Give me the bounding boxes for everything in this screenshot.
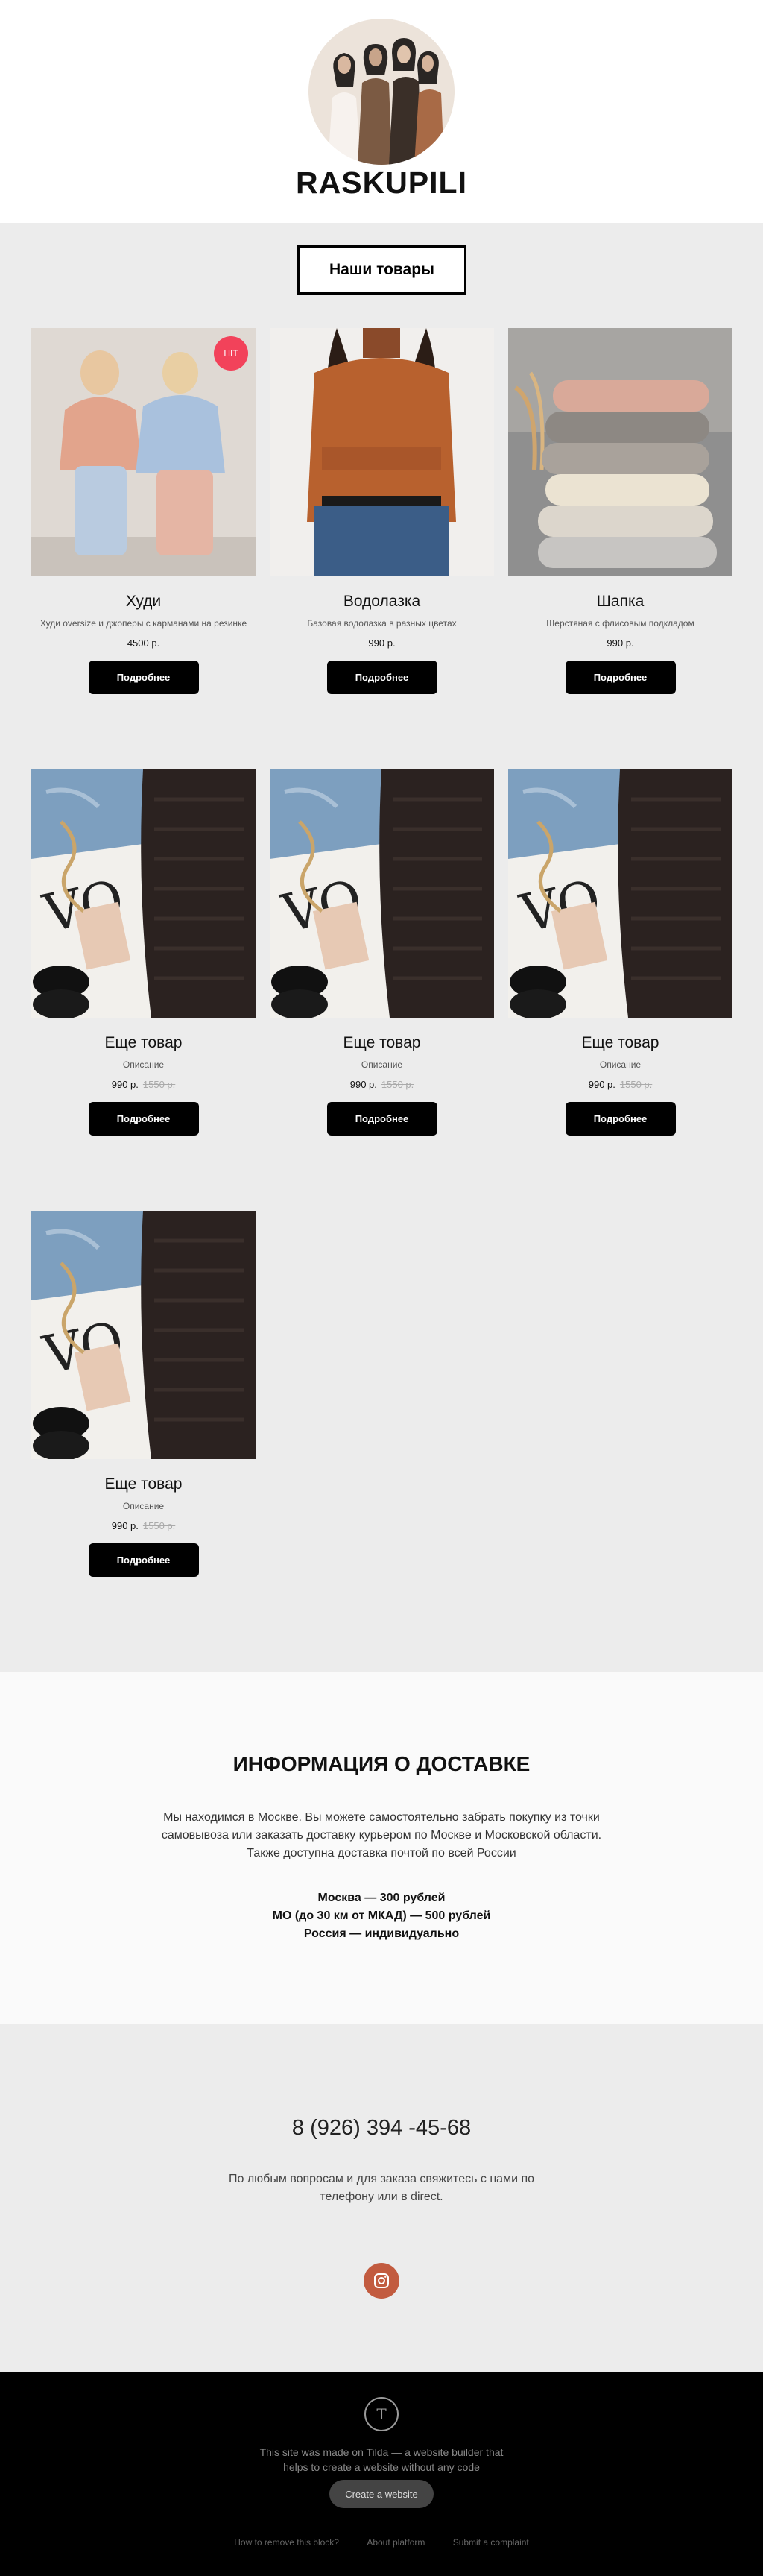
logo-illustration xyxy=(328,38,444,165)
made-on-tilda-text: This site was made on Tilda — a website … xyxy=(232,2445,531,2475)
details-button[interactable]: Подробнее xyxy=(326,661,437,694)
price-current: 990 р. xyxy=(368,637,396,649)
contacts-note-line: По любым вопросам и для заказа свяжитесь… xyxy=(228,2173,535,2185)
product-title[interactable]: Еще товар xyxy=(270,1034,494,1052)
product-image-more[interactable]: VO xyxy=(270,769,494,1018)
made-line: This site was made on Tilda — a website … xyxy=(259,2446,504,2458)
product-description: Худи oversize и джоперы с карманами на р… xyxy=(39,618,247,629)
delivery-title: ИНФОРМАЦИЯ О ДОСТАВКЕ xyxy=(232,1752,531,1775)
product-title[interactable]: Худи xyxy=(31,593,256,611)
product-price: 990 р. xyxy=(508,637,732,649)
details-button[interactable]: Подробнее xyxy=(88,661,199,694)
product-price: 990 р. 1550 р. xyxy=(508,1079,732,1090)
product-image-more[interactable]: VO xyxy=(31,1211,256,1459)
submit-complaint-link[interactable]: Submit a complaint xyxy=(453,2537,529,2548)
details-button[interactable]: Подробнее xyxy=(565,1102,676,1136)
about-platform-link[interactable]: About platform xyxy=(367,2537,425,2548)
product-card[interactable]: VO Еще товар Описание 990 р. 1550 р. Подр… xyxy=(31,1211,256,1577)
rate-region: МО (до 30 км от МКАД) — 500 рублей xyxy=(272,1909,491,1922)
remove-block-link[interactable]: How to remove this block? xyxy=(234,2537,339,2548)
price-current: 990 р. xyxy=(588,1079,615,1090)
price-current: 990 р. xyxy=(349,1079,377,1090)
price-old: 1550 р. xyxy=(619,1079,653,1090)
contacts-note-line: телефону или в direct. xyxy=(320,2191,443,2203)
product-image-hoodie[interactable]: HIT xyxy=(31,328,256,576)
product-title[interactable]: Еще товар xyxy=(508,1034,732,1052)
product-description: Описание xyxy=(122,1501,165,1511)
products-section: Наши товары HIT Худи Худи oversize и джо… xyxy=(0,223,763,1672)
price-old: 1550 р. xyxy=(142,1079,176,1090)
product-description: Описание xyxy=(599,1059,642,1070)
contacts-note: По любым вопросам и для заказа свяжитесь… xyxy=(218,2170,545,2206)
tilda-footer: T This site was made on Tilda — a websit… xyxy=(0,2372,763,2576)
product-title[interactable]: Еще товар xyxy=(31,1034,256,1052)
product-description: Шерстяная с флисовым подкладом xyxy=(546,618,694,629)
product-title[interactable]: Еще товар xyxy=(31,1476,256,1493)
tilda-logo-icon[interactable]: T xyxy=(364,2397,399,2431)
details-button[interactable]: Подробнее xyxy=(88,1543,199,1577)
price-current: 990 р. xyxy=(607,637,634,649)
details-button[interactable]: Подробнее xyxy=(565,661,676,694)
contacts-section: 8 (926) 394 -45-68 По любым вопросам и д… xyxy=(0,2024,763,2372)
product-title[interactable]: Шапка xyxy=(508,593,732,611)
site-header: RASKUPILI xyxy=(0,0,763,223)
product-image-beanie[interactable] xyxy=(508,328,732,576)
rate-moscow: Москва — 300 рублей xyxy=(317,1892,446,1904)
product-title[interactable]: Водолазка xyxy=(270,593,494,611)
product-price: 990 р. 1550 р. xyxy=(31,1079,256,1090)
product-price: 990 р. xyxy=(270,637,494,649)
price-current: 4500 р. xyxy=(127,637,160,649)
price-current: 990 р. xyxy=(111,1079,139,1090)
price-old: 1550 р. xyxy=(142,1520,176,1531)
product-image-more[interactable]: VO xyxy=(508,769,732,1018)
delivery-text-line: Мы находимся в Москве. Вы можете самосто… xyxy=(163,1811,600,1824)
product-description: Описание xyxy=(122,1059,165,1070)
product-card[interactable]: VO Еще товар Описание 990 р. 1550 р. Подр… xyxy=(31,769,256,1136)
product-description: Базовая водолазка в разных цветах xyxy=(307,618,457,629)
product-card[interactable]: VO Еще товар Описание 990 р. 1550 р. Подр… xyxy=(270,769,494,1136)
create-website-button[interactable]: Create a website xyxy=(329,2480,434,2508)
product-card[interactable]: Шапка Шерстяная с флисовым подкладом 990… xyxy=(508,328,732,694)
product-price: 990 р. 1550 р. xyxy=(31,1520,256,1531)
product-card[interactable]: HIT Худи Худи oversize и джоперы с карма… xyxy=(31,328,256,694)
delivery-text: Мы находимся в Москве. Вы можете самосто… xyxy=(149,1809,614,1862)
product-card[interactable]: VO Еще товар Описание 990 р. 1550 р. Подр… xyxy=(508,769,732,1136)
product-price: 990 р. 1550 р. xyxy=(270,1079,494,1090)
brand-logo[interactable] xyxy=(308,19,455,165)
delivery-section: ИНФОРМАЦИЯ О ДОСТАВКЕ Мы находимся в Мос… xyxy=(0,1672,763,2024)
made-line: helps to create a website without any co… xyxy=(283,2461,480,2473)
brand-name: RASKUPILI xyxy=(296,166,467,200)
product-price: 4500 р. xyxy=(31,637,256,649)
details-button[interactable]: Подробнее xyxy=(326,1102,437,1136)
product-image-more[interactable]: VO xyxy=(31,769,256,1018)
delivery-rates: Москва — 300 рублей МО (до 30 км от МКАД… xyxy=(0,1889,763,1943)
price-current: 990 р. xyxy=(111,1520,139,1531)
product-image-turtleneck[interactable] xyxy=(270,328,494,576)
delivery-text-line: самовывоза или заказать доставку курьеро… xyxy=(161,1829,602,1842)
footer-links: How to remove this block? About platform… xyxy=(0,2537,763,2548)
details-button[interactable]: Подробнее xyxy=(88,1102,199,1136)
hit-badge: HIT xyxy=(214,336,248,371)
price-old: 1550 р. xyxy=(381,1079,414,1090)
our-products-heading[interactable]: Наши товары xyxy=(297,245,466,295)
product-description: Описание xyxy=(361,1059,403,1070)
delivery-text-line: Также доступна доставка почтой по всей Р… xyxy=(247,1847,516,1859)
instagram-icon[interactable] xyxy=(364,2263,399,2299)
product-card[interactable]: Водолазка Базовая водолазка в разных цве… xyxy=(270,328,494,694)
phone-number[interactable]: 8 (926) 394 -45-68 xyxy=(0,2116,763,2141)
rate-russia: Россия — индивидуально xyxy=(303,1927,460,1940)
